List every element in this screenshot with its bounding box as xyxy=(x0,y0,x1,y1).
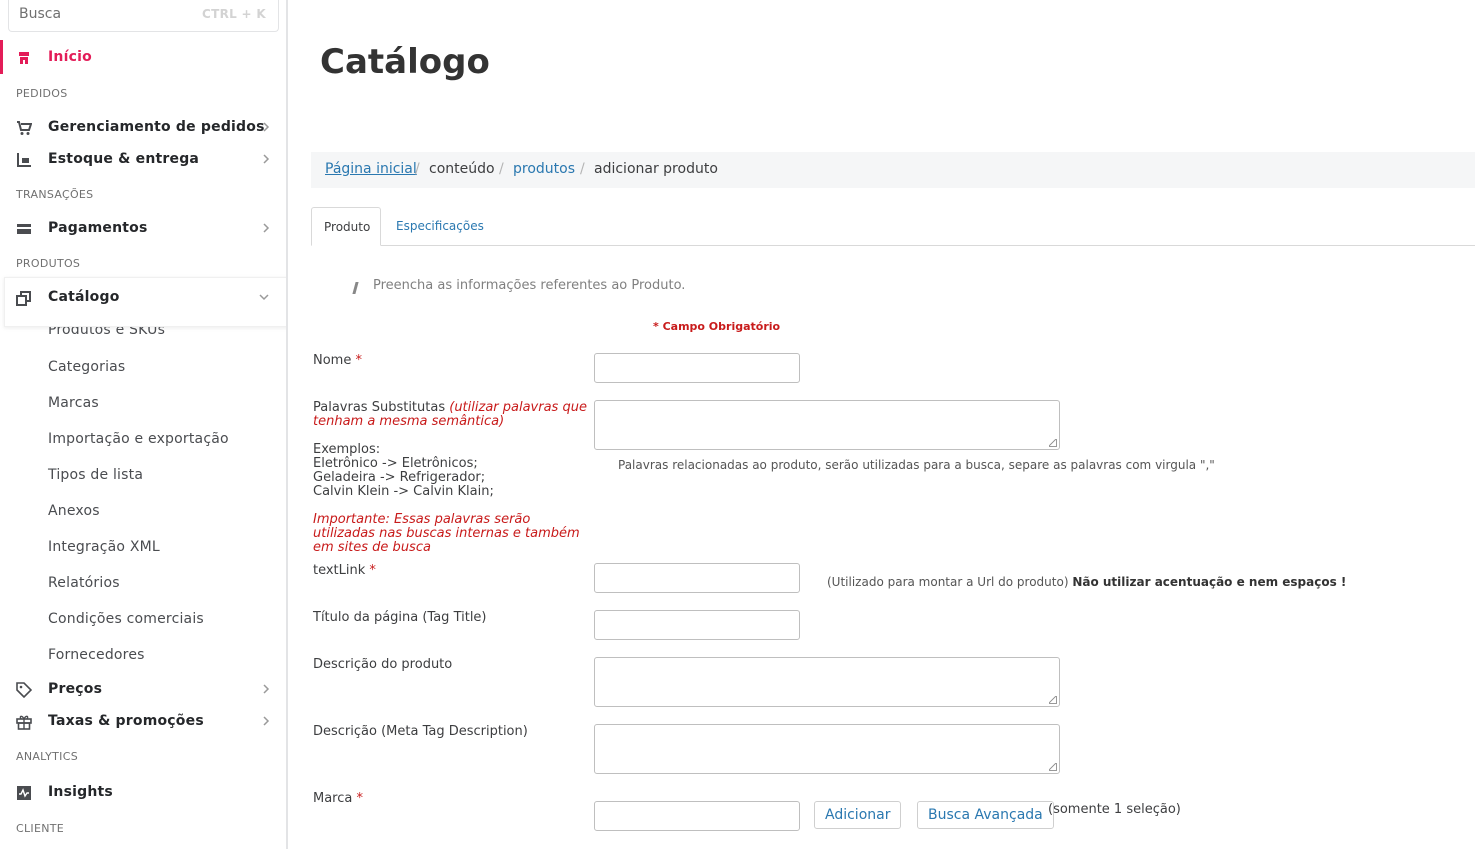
sidebar-item-label: Início xyxy=(48,49,92,65)
add-brand-button[interactable]: Adicionar xyxy=(814,801,902,829)
catalog-sub-import-export[interactable]: Importação e exportação xyxy=(48,431,229,447)
chevron-down-icon xyxy=(259,294,269,301)
catalog-icon xyxy=(16,291,31,306)
keywords-label: Palavras Substitutas (utilizar palavras … xyxy=(313,400,587,429)
section-orders: PEDIDOS xyxy=(16,87,68,100)
breadcrumb-products-link[interactable]: produtos xyxy=(513,161,575,177)
textlink-label: textLink * xyxy=(313,563,376,578)
name-label: Nome * xyxy=(313,353,362,368)
catalog-sub-suppliers[interactable]: Fornecedores xyxy=(48,647,145,663)
hint-marker xyxy=(352,282,359,294)
sidebar-item-stock[interactable]: Estoque & entrega xyxy=(0,144,286,176)
sidebar-item-label: Gerenciamento de pedidos xyxy=(48,119,265,135)
section-products: PRODUTOS xyxy=(16,257,81,270)
sidebar-item-taxes[interactable]: Taxas & promoções xyxy=(0,706,286,738)
insights-chart-icon xyxy=(17,786,31,800)
chevron-right-icon xyxy=(263,716,270,726)
keywords-examples: Exemplos: Eletrônico -> Eletrônicos; Gel… xyxy=(313,442,494,499)
sidebar-item-payments[interactable]: Pagamentos xyxy=(0,213,286,245)
breadcrumb-separator: / xyxy=(499,161,504,177)
search-input[interactable]: Busca CTRL + K xyxy=(8,0,279,32)
chevron-right-icon xyxy=(263,122,270,132)
tab-specifications[interactable]: Especificações xyxy=(384,207,496,246)
catalog-sub-xml-integration[interactable]: Integração XML xyxy=(48,539,160,555)
cart-icon xyxy=(17,121,32,135)
keywords-help-text: Palavras relacionadas ao produto, serão … xyxy=(618,458,1215,472)
catalog-sub-brands[interactable]: Marcas xyxy=(48,395,99,411)
section-transactions: TRANSAÇÕES xyxy=(16,188,94,201)
store-icon xyxy=(19,52,29,64)
sidebar-item-label: Catálogo xyxy=(48,289,120,305)
tab-bar: Produto Especificações xyxy=(311,207,1475,246)
search-shortcut: CTRL + K xyxy=(202,7,266,21)
tag-icon xyxy=(16,682,32,698)
brand-label: Marca * xyxy=(313,791,363,806)
sidebar-item-label: Preços xyxy=(48,681,103,697)
keywords-important-note: Importante: Essas palavras serão utiliza… xyxy=(313,512,580,555)
form-hint: Preencha as informações referentes ao Pr… xyxy=(373,278,686,293)
search-placeholder: Busca xyxy=(19,6,62,22)
chevron-right-icon xyxy=(263,223,270,233)
description-textarea[interactable] xyxy=(594,657,1060,707)
textlink-help-text: (Utilizado para montar a Url do produto)… xyxy=(827,575,1347,589)
page-title-input[interactable] xyxy=(594,610,800,640)
breadcrumb: Página inicial / conteúdo / produtos / a… xyxy=(311,152,1475,188)
tab-product[interactable]: Produto xyxy=(311,207,381,246)
sidebar: Busca CTRL + K Início PEDIDOS Gerenciame… xyxy=(0,0,288,849)
forklift-icon xyxy=(17,153,31,167)
sidebar-item-label: Taxas & promoções xyxy=(48,713,204,729)
catalog-sub-categories[interactable]: Categorias xyxy=(48,359,125,375)
credit-card-icon xyxy=(17,224,31,234)
gift-icon xyxy=(16,715,32,730)
sidebar-item-catalog[interactable]: Catálogo xyxy=(0,282,286,314)
sidebar-item-prices[interactable]: Preços xyxy=(0,674,286,706)
required-field-note: * Campo Obrigatório xyxy=(653,320,781,333)
catalog-sub-attachments[interactable]: Anexos xyxy=(48,503,100,519)
single-selection-note: (somente 1 seleção) xyxy=(1048,802,1181,817)
sidebar-item-label: Estoque & entrega xyxy=(48,151,200,167)
name-input[interactable] xyxy=(594,353,800,383)
main-content: Catálogo Página inicial / conteúdo / pro… xyxy=(290,0,1475,849)
section-client: CLIENTE xyxy=(16,822,65,835)
sidebar-item-label: Insights xyxy=(48,784,113,800)
keywords-textarea[interactable] xyxy=(594,400,1060,450)
breadcrumb-separator: / xyxy=(580,161,585,177)
breadcrumb-separator: / xyxy=(415,161,420,177)
sidebar-item-insights[interactable]: Insights xyxy=(0,777,286,809)
breadcrumb-home-link[interactable]: Página inicial xyxy=(325,161,417,177)
meta-description-textarea[interactable] xyxy=(594,724,1060,774)
advanced-search-button[interactable]: Busca Avançada xyxy=(917,801,1054,829)
catalog-sub-reports[interactable]: Relatórios xyxy=(48,575,120,591)
section-analytics: ANALYTICS xyxy=(16,750,78,763)
chevron-right-icon xyxy=(263,154,270,164)
breadcrumb-content: conteúdo xyxy=(429,161,495,177)
catalog-sub-commercial-conditions[interactable]: Condições comerciais xyxy=(48,611,204,627)
meta-description-label: Descrição (Meta Tag Description) xyxy=(313,724,528,739)
sidebar-item-home[interactable]: Início xyxy=(0,42,286,74)
description-label: Descrição do produto xyxy=(313,657,453,672)
page-title: Catálogo xyxy=(320,42,490,82)
catalog-sub-list-types[interactable]: Tipos de lista xyxy=(48,467,143,483)
brand-input[interactable] xyxy=(594,801,800,831)
sidebar-item-label: Pagamentos xyxy=(48,220,148,236)
sidebar-item-orders[interactable]: Gerenciamento de pedidos xyxy=(0,112,286,144)
breadcrumb-current: adicionar produto xyxy=(594,161,718,177)
page-title-label: Título da página (Tag Title) xyxy=(313,610,487,625)
textlink-input[interactable] xyxy=(594,563,800,593)
chevron-right-icon xyxy=(263,684,270,694)
